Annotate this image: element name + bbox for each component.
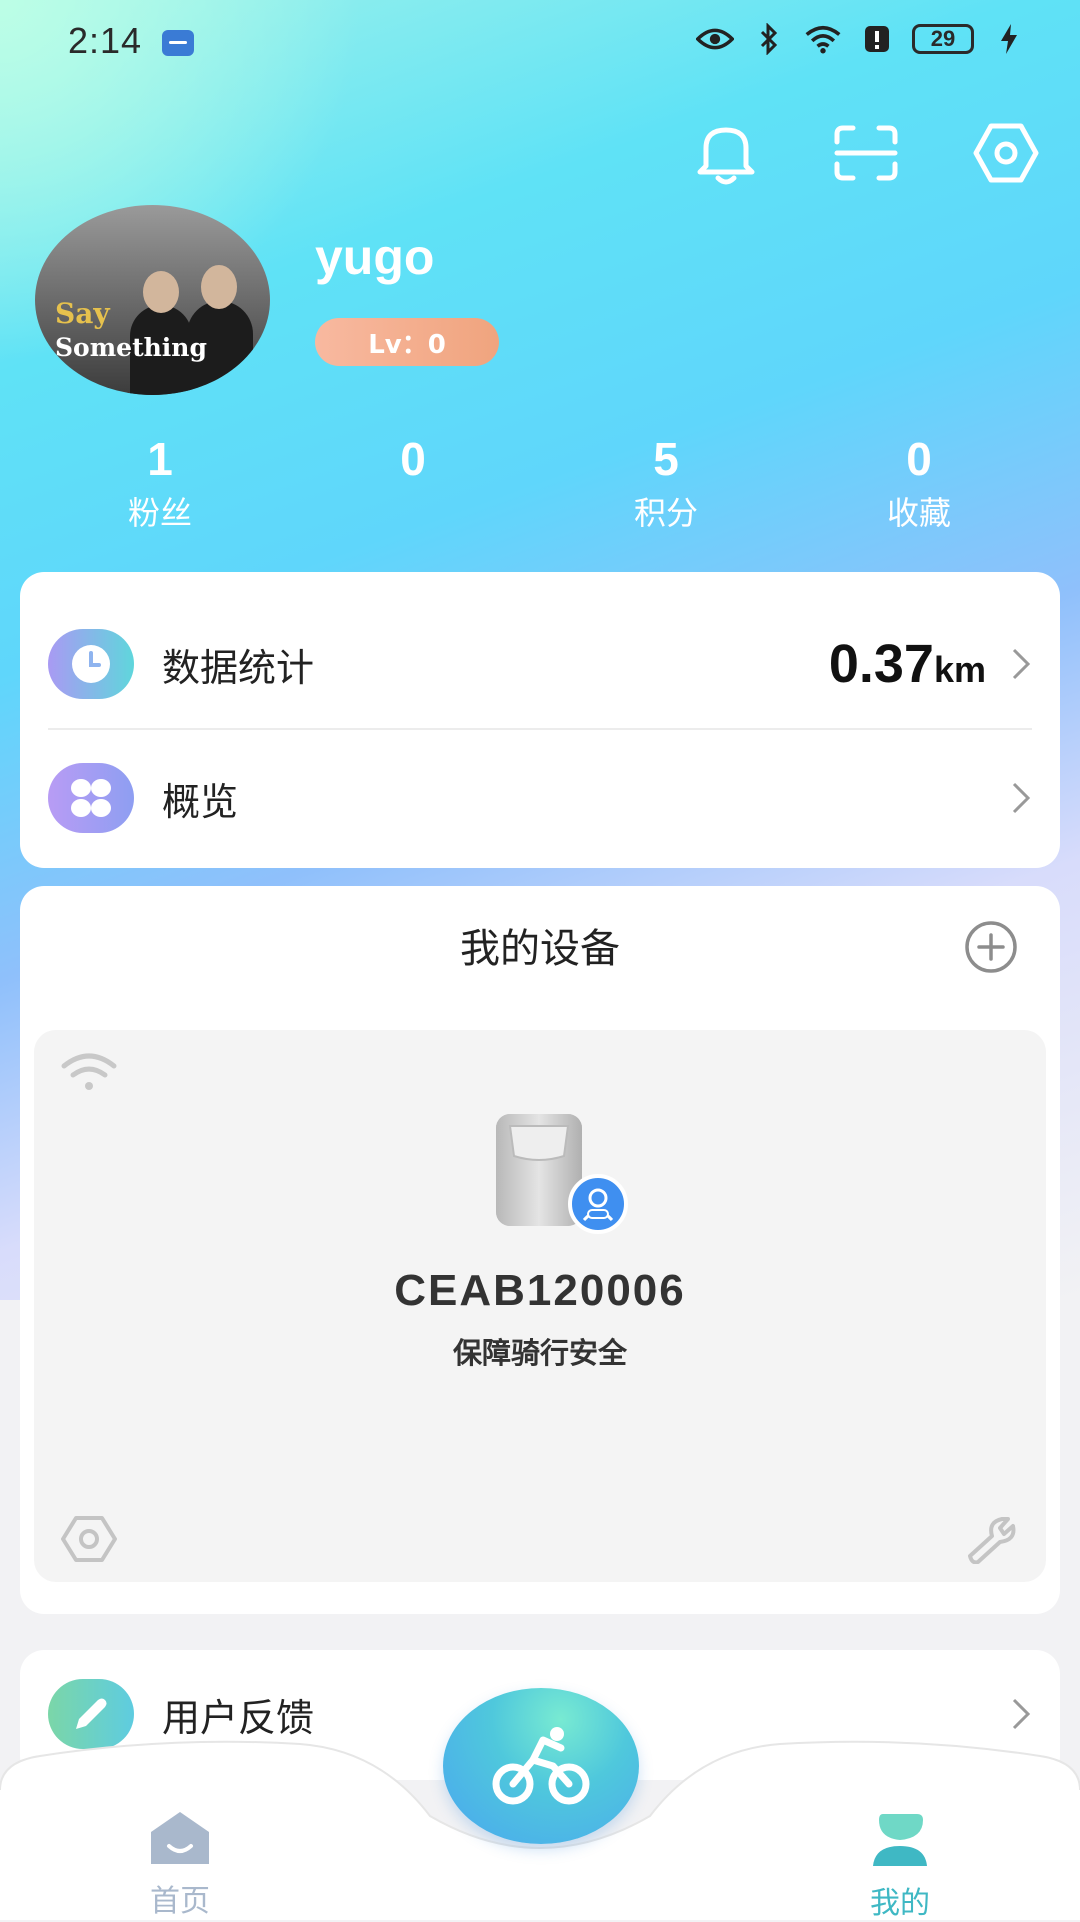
add-device-button[interactable] [964,920,1018,974]
chevron-right-icon [1012,648,1031,680]
device-settings-icon[interactable] [60,1514,118,1564]
profile-icon [873,1814,927,1866]
tab-mine[interactable]: 我的 [820,1810,980,1922]
devices-title: 我的设备 [460,926,620,972]
avatar-text-say: Say [55,297,110,330]
stat-value: 5 [653,433,679,485]
devices-card: 我的设备 CEAB120006 保障骑行安全 [20,886,1060,1614]
overview-label: 概览 [162,779,239,824]
usb-icon [162,30,194,56]
avatar-text-something: Something [55,333,207,362]
stat-fans[interactable]: 1 粉丝 [60,432,260,534]
grid-icon [48,763,134,833]
scan-button[interactable] [828,115,904,191]
charging-icon [990,22,1028,56]
stat-label: 收藏 [886,494,951,532]
tab-mine-label: 我的 [870,1886,930,1921]
user-link-icon [568,1174,628,1234]
chevron-right-icon [1012,782,1031,814]
distance-value: 0.37km [829,633,986,695]
username: yugo [315,229,435,285]
wifi-icon [61,1053,117,1090]
avatar[interactable]: Say Something [35,205,270,395]
hexagon-settings-icon [973,123,1039,183]
data-stats-row[interactable]: 数据统计 0.37km [48,614,1032,714]
home-icon [151,1812,209,1864]
status-time: 2:14 [68,20,143,61]
device-panel[interactable]: CEAB120006 保障骑行安全 [34,1030,1046,1582]
stat-label: 粉丝 [127,494,192,532]
ride-button[interactable] [443,1688,639,1844]
settings-button[interactable] [968,115,1044,191]
wifi-icon [804,22,842,56]
bell-icon [697,127,755,185]
data-stats-label: 数据统计 [162,645,315,690]
status-bar: 2:14 29 [0,0,1080,90]
alert-icon [858,22,896,56]
notification-bell-button[interactable] [688,115,764,191]
menu-card: 数据统计 0.37km 概览 [20,572,1060,868]
device-name: CEAB120006 [394,1266,686,1315]
battery-indicator: 29 [912,24,974,54]
bicycle-icon [492,1727,590,1805]
distance-number: 0.37 [828,634,934,694]
distance-unit: km [933,649,986,690]
scan-icon [834,125,898,181]
level-badge: Lv：0 [315,318,499,366]
stat-follow[interactable]: 0 [313,432,513,488]
stat-label: 积分 [633,494,698,532]
wrench-icon[interactable] [964,1514,1020,1564]
eye-icon [696,22,734,56]
stat-value: 1 [147,433,173,485]
divider [48,728,1032,730]
stat-favorites[interactable]: 0 收藏 [819,432,1019,534]
bluetooth-icon [750,22,788,56]
tab-home[interactable]: 首页 [100,1810,260,1920]
stats-row: 1 粉丝 0 5 积分 0 收藏 [0,432,1080,542]
clock-icon [48,629,134,699]
device-subtitle: 保障骑行安全 [452,1336,627,1370]
stat-points[interactable]: 5 积分 [566,432,766,534]
overview-row[interactable]: 概览 [48,748,1032,848]
tab-home-label: 首页 [150,1884,210,1919]
stat-value: 0 [906,433,932,485]
stat-value: 0 [400,433,426,485]
